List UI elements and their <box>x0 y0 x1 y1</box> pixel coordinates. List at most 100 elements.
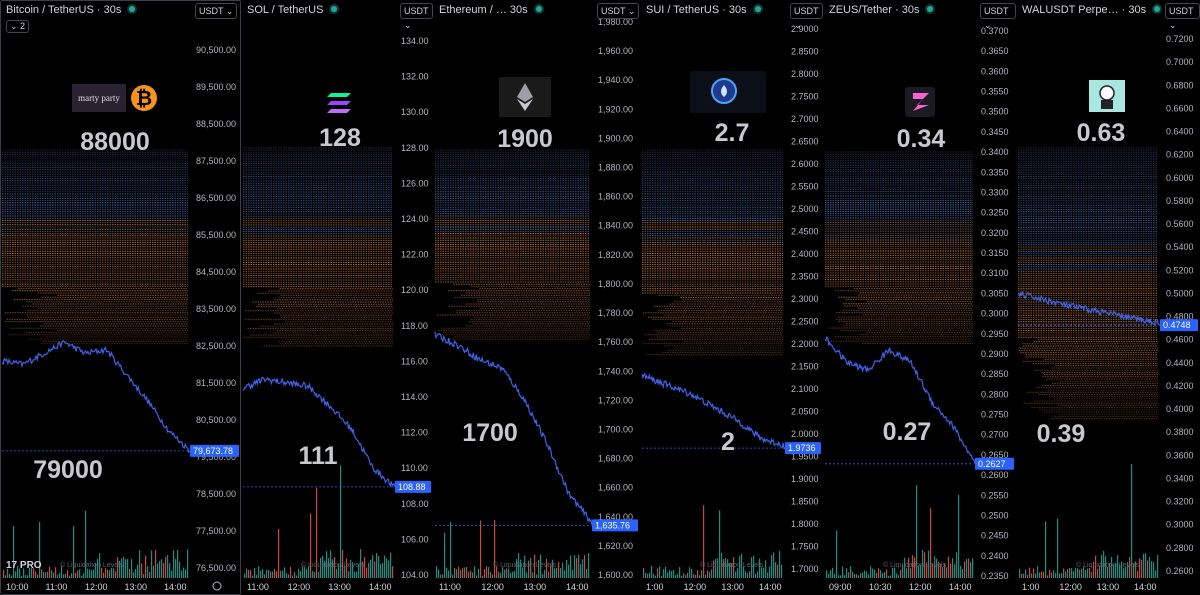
volume-bar <box>691 568 693 578</box>
volume-bar <box>844 575 846 578</box>
volume-bar <box>697 570 699 578</box>
volume-bar <box>37 574 39 578</box>
y-axis-tick-label: 0.7200 <box>1166 34 1194 44</box>
price-tag-label: 1,635.76 <box>595 520 630 530</box>
currency-selector[interactable]: USDT ⌄ <box>195 3 238 19</box>
chart-canvas[interactable]: 2.90002.85002.80002.75002.70002.65002.60… <box>640 0 823 595</box>
volume-bar <box>488 567 490 578</box>
chart-panel[interactable]: 134.00 132.00 130.00 128.00 126.00 124.00 122.… <box>241 0 434 595</box>
volume-bar <box>103 572 105 578</box>
volume-bar <box>63 574 65 578</box>
volume-bar <box>1145 553 1147 578</box>
volume-bar <box>832 567 834 578</box>
y-axis-tick-label: 78,500.00 <box>196 489 236 499</box>
y-axis-tick-label: 1.7000 <box>791 564 819 574</box>
volume-bar <box>262 569 264 578</box>
y-axis-tick-label: 0.3200 <box>1166 497 1194 507</box>
y-axis-tick-label: 2.7500 <box>791 92 819 102</box>
x-axis: 1:00 12:00 13:00 14:00 <box>1022 582 1157 592</box>
chart-title[interactable]: ZEUS/Tether · 30s <box>829 4 934 16</box>
chart-canvas[interactable]: 134.00 132.00 130.00 128.00 126.00 124.00 122.… <box>241 0 433 595</box>
chart-title[interactable]: SUI / TetherUS · 30s <box>646 4 761 16</box>
volume-bar <box>312 571 314 578</box>
settings-gear-icon[interactable] <box>212 581 222 591</box>
y-axis-tick-label: 2.5000 <box>791 204 819 214</box>
volume-bar <box>71 573 73 578</box>
volume-bar <box>1085 570 1087 578</box>
volume-bar <box>671 571 673 578</box>
volume-bar <box>872 568 874 578</box>
chart-panel[interactable]: 0.7200 0.7000 0.6800 0.6600 0.6400 0.6200 0.60… <box>1016 0 1200 595</box>
x-axis-tick-label: 13:00 <box>524 582 547 592</box>
y-axis-tick-label: 1,680.00 <box>598 454 633 464</box>
collapse-indicators-button[interactable]: ⌄ 2 <box>6 20 30 33</box>
volume-bar <box>874 569 876 578</box>
volume-bar <box>1063 568 1065 578</box>
chart-panel[interactable]: 90,500.00 89,500.00 88,500.00 87,500.00 86,5… <box>0 0 242 595</box>
chart-canvas[interactable]: 0.37000.36500.36000.35500.35000.34500.34… <box>823 0 1016 595</box>
currency-selector[interactable]: USDT ⌄ <box>1165 3 1200 30</box>
x-axis-tick-label: 12:00 <box>481 582 504 592</box>
volume-bar <box>749 571 751 578</box>
volume-bar <box>826 570 828 578</box>
volume-bar <box>458 566 460 578</box>
volume-bar <box>141 563 143 578</box>
chart-title[interactable]: SOL / TetherUS <box>247 4 338 16</box>
volume-bar <box>1021 573 1023 578</box>
volume-bar <box>1097 568 1099 578</box>
currency-selector[interactable]: USDT ⌄ <box>597 3 640 19</box>
volume-bar <box>272 571 274 578</box>
volume-bar <box>562 562 564 578</box>
volume-bar <box>747 572 749 578</box>
volume-bar <box>107 569 109 578</box>
chart-panel[interactable]: 1,980.00 1,960.00 1,940.00 1,920.00 1,900.00… <box>433 0 641 595</box>
volume-bar <box>972 558 974 578</box>
volume-bar <box>3 570 5 578</box>
price-tag-label: 0.4748 <box>1163 320 1191 330</box>
chart-canvas[interactable]: 1,980.001,960.001,940.001,920.001,900.00… <box>433 0 640 595</box>
y-axis-tick-label: 0.2750 <box>981 410 1009 420</box>
y-axis-tick-label: 86,500.00 <box>196 193 236 203</box>
y-axis-tick-label: 1.9000 <box>791 474 819 484</box>
volume-bar <box>498 571 500 578</box>
y-axis-tick-label: 0.3500 <box>981 107 1009 117</box>
y-axis-tick-label: 0.3450 <box>981 127 1009 137</box>
chart-title[interactable]: Bitcoin / TetherUS · 30s <box>6 4 136 16</box>
volume-bar <box>649 572 651 578</box>
volume-bar <box>878 568 880 578</box>
volume-bar <box>1055 572 1057 578</box>
volume-bar <box>284 567 286 578</box>
y-axis-tick-label: 2.6000 <box>791 159 819 169</box>
volume-bar <box>870 566 872 578</box>
volume-bar <box>880 570 882 578</box>
volume-bar <box>354 571 356 578</box>
indicator-count: 2 <box>20 21 26 31</box>
chart-title[interactable]: WALUSDT Perpe… · 30s <box>1022 4 1161 16</box>
volume-bar <box>892 567 894 578</box>
volume-bar <box>91 570 93 578</box>
volume-bar <box>866 571 868 578</box>
walrus-icon <box>1089 80 1125 112</box>
chart-canvas[interactable]: 90,500.00 89,500.00 88,500.00 87,500.00 86,5… <box>0 0 241 595</box>
volume-bar <box>1141 559 1143 578</box>
chart-panel[interactable]: 2.9000 2.8500 2.8000 2.7500 2.7000 2.6500 2.60… <box>640 0 824 595</box>
liquidation-annotation-top: 1900 <box>497 125 553 153</box>
x-axis-tick-label: 13:00 <box>125 582 148 592</box>
currency-selector[interactable]: USDT ⌄ <box>400 3 433 30</box>
volume-bar <box>366 567 368 578</box>
currency-selector[interactable]: USDT ⌄ <box>790 3 823 30</box>
volume-bar <box>1069 568 1071 578</box>
volume-bar <box>737 568 739 578</box>
volume-bar <box>862 572 864 578</box>
volume-bar <box>964 561 966 578</box>
y-axis-tick-label: 0.3600 <box>1166 450 1194 460</box>
currency-selector[interactable]: USDT ⌄ <box>980 3 1016 30</box>
chart-panel[interactable]: 0.3700 0.3650 0.3600 0.3550 0.3500 0.3450 0.34… <box>823 0 1017 595</box>
y-axis-tick-label: 106.00 <box>401 534 429 544</box>
chart-title[interactable]: Ethereum / … 30s <box>439 4 542 16</box>
x-axis-tick-label: 14:00 <box>369 582 392 592</box>
volume-bar <box>1071 568 1073 578</box>
volume-bar <box>73 526 75 578</box>
volume-bar <box>378 555 380 578</box>
chart-canvas[interactable]: 0.7200 0.7000 0.6800 0.6600 0.6400 0.6200 0.60… <box>1016 0 1200 595</box>
